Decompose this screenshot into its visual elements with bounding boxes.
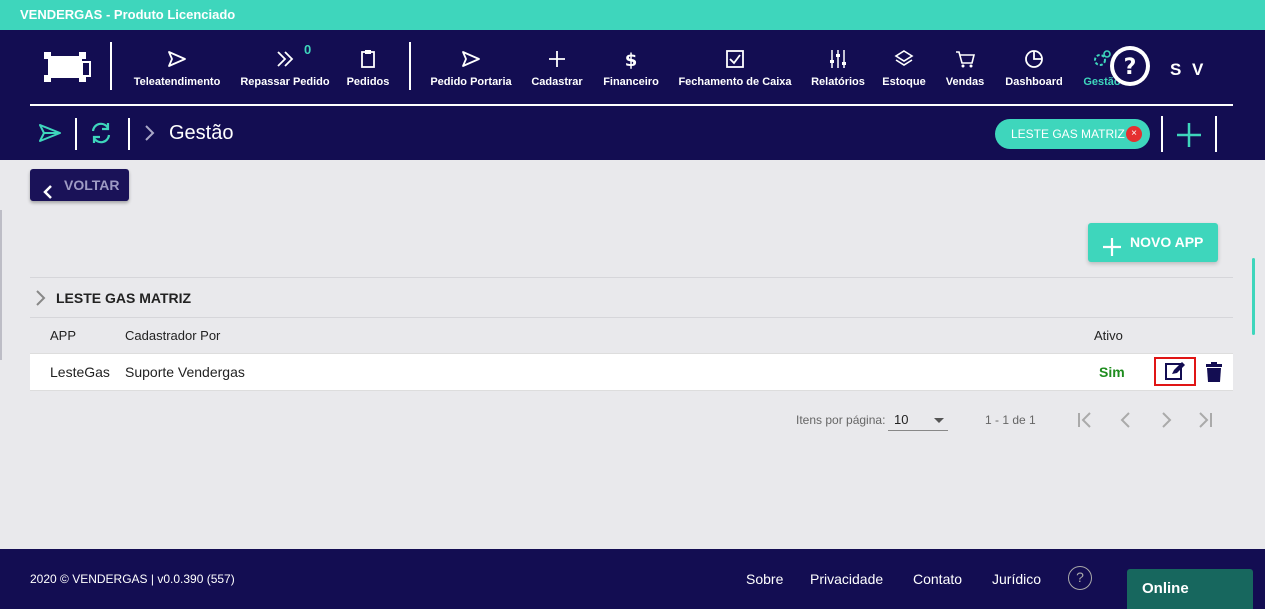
chevron-right-icon — [143, 124, 157, 147]
subbar-divider — [1161, 116, 1163, 152]
clipboard-icon — [345, 48, 391, 74]
edit-icon — [1165, 362, 1185, 380]
chevron-right-icon[interactable] — [35, 290, 47, 311]
vendergas-logo-icon[interactable] — [42, 48, 92, 86]
trash-icon — [1206, 362, 1222, 382]
top-navbar: Teleatendimento 0 Repassar Pedido Pedido… — [0, 30, 1265, 160]
last-page-icon[interactable] — [1195, 410, 1215, 435]
items-per-page-select[interactable]: 10 — [888, 407, 948, 431]
cell-app: LesteGas — [50, 364, 110, 380]
copyright: 2020 © VENDERGAS | v0.0.390 (557) — [30, 572, 235, 586]
footer: 2020 © VENDERGAS | v0.0.390 (557) Sobre … — [0, 549, 1265, 609]
nav-fechamento-caixa[interactable]: Fechamento de Caixa — [676, 48, 794, 98]
header-divider — [30, 104, 1233, 106]
page-range: 1 - 1 de 1 — [985, 413, 1036, 427]
help-icon[interactable]: ? — [1110, 46, 1150, 86]
nav-vendas[interactable]: Vendas — [942, 48, 988, 98]
nav-label: Vendas — [945, 76, 985, 88]
scrollbar[interactable] — [1252, 258, 1255, 335]
online-chat-button[interactable]: Online — [1127, 569, 1253, 609]
back-button-label: VOLTAR — [64, 177, 120, 193]
pie-chart-icon — [1002, 48, 1066, 74]
nav-divider — [409, 42, 411, 90]
chevron-left-icon — [42, 178, 54, 210]
divider — [30, 317, 1233, 318]
double-chevron-right-icon — [240, 48, 330, 74]
nav-label: Teleatendimento — [133, 76, 221, 88]
nav-label: Financeiro — [603, 76, 659, 88]
new-app-button[interactable]: NOVO APP — [1088, 223, 1218, 262]
svg-text:$: $ — [625, 50, 638, 70]
layers-icon — [880, 48, 928, 74]
license-bar: VENDERGAS - Produto Licenciado — [0, 0, 1265, 30]
footer-link-privacidade[interactable]: Privacidade — [810, 571, 883, 587]
user-avatar[interactable]: S V — [1170, 60, 1206, 80]
repassar-badge: 0 — [304, 42, 312, 57]
group-title[interactable]: LESTE GAS MATRIZ — [56, 290, 191, 306]
column-header-app: APP — [50, 328, 77, 343]
footer-link-sobre[interactable]: Sobre — [746, 571, 783, 587]
refresh-icon[interactable] — [88, 120, 114, 151]
cell-ativo: Sim — [1099, 364, 1125, 380]
prev-page-icon[interactable] — [1116, 410, 1136, 435]
send-icon — [430, 48, 512, 74]
subbar-divider — [75, 118, 77, 150]
cart-icon — [942, 48, 988, 74]
nav-label: Relatórios — [811, 76, 865, 88]
sliders-icon — [810, 48, 866, 74]
nav-teleatendimento[interactable]: Teleatendimento — [131, 48, 223, 98]
footer-link-contato[interactable]: Contato — [913, 571, 962, 587]
side-drawer-edge[interactable] — [0, 210, 2, 360]
help-icon[interactable]: ? — [1068, 566, 1092, 590]
nav-label: Cadastrar — [531, 76, 583, 88]
column-header-ativo: Ativo — [1094, 328, 1123, 343]
subbar-divider — [1215, 116, 1217, 152]
nav-pedidos[interactable]: Pedidos — [345, 48, 391, 98]
license-title: VENDERGAS - Produto Licenciado — [20, 7, 236, 22]
caret-down-icon — [934, 418, 944, 423]
column-header-cadastrador: Cadastrador Por — [125, 328, 221, 343]
close-icon[interactable]: × — [1126, 126, 1142, 142]
dollar-icon: $ — [602, 48, 660, 74]
store-chip[interactable]: LESTE GAS MATRIZ × — [995, 119, 1150, 149]
nav-estoque[interactable]: Estoque — [880, 48, 928, 98]
nav-dashboard[interactable]: Dashboard — [1002, 48, 1066, 98]
plus-icon — [1102, 233, 1122, 272]
footer-link-juridico[interactable]: Jurídico — [992, 571, 1041, 587]
next-page-icon[interactable] — [1156, 410, 1176, 435]
new-app-button-label: NOVO APP — [1130, 234, 1204, 250]
items-per-page-label: Itens por página: — [796, 413, 886, 427]
divider — [30, 277, 1233, 278]
send-icon — [131, 48, 223, 74]
nav-pedido-portaria[interactable]: Pedido Portaria — [430, 48, 512, 98]
nav-label: Fechamento de Caixa — [678, 76, 792, 88]
checkbox-icon — [676, 48, 794, 74]
back-button[interactable]: VOLTAR — [30, 169, 129, 201]
cell-cadastrador: Suporte Vendergas — [125, 364, 245, 380]
nav-label: Pedido Portaria — [430, 76, 512, 88]
nav-repassar-pedido[interactable]: 0 Repassar Pedido — [240, 42, 330, 98]
breadcrumb-current: Gestão — [169, 122, 234, 144]
nav-cadastrar[interactable]: Cadastrar — [529, 48, 585, 98]
nav-financeiro[interactable]: $ Financeiro — [602, 48, 660, 98]
nav-label: Pedidos — [346, 76, 390, 88]
store-chip-label: LESTE GAS MATRIZ — [1011, 127, 1125, 141]
edit-button[interactable] — [1154, 357, 1196, 386]
add-icon[interactable] — [1175, 121, 1203, 154]
nav-label: Repassar Pedido — [240, 76, 330, 88]
first-page-icon[interactable] — [1075, 410, 1095, 435]
plus-icon — [529, 48, 585, 74]
subbar-divider — [128, 118, 130, 150]
nav-label: Dashboard — [1005, 76, 1063, 88]
nav-relatorios[interactable]: Relatórios — [810, 48, 866, 98]
nav-label: Estoque — [882, 76, 926, 88]
delete-button[interactable] — [1203, 361, 1225, 388]
items-per-page-value: 10 — [894, 412, 909, 427]
svg-text:?: ? — [1124, 55, 1137, 80]
send-icon[interactable] — [37, 120, 63, 151]
nav-divider — [110, 42, 112, 90]
